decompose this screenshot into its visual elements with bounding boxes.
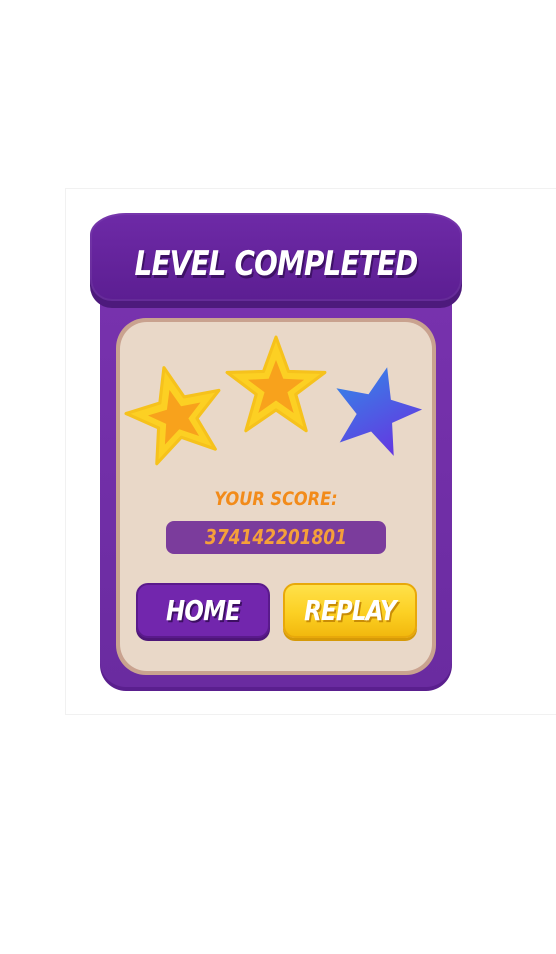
dialog-title: LEVEL COMPLETED — [134, 244, 419, 284]
home-button-label: HOME — [165, 594, 241, 627]
star-1-filled-icon — [124, 366, 221, 466]
star-2-filled-icon — [225, 335, 327, 433]
score-value: 374142201801 — [205, 525, 347, 549]
star-3-empty-icon — [336, 367, 423, 456]
replay-button-label: REPLAY — [304, 594, 396, 627]
home-button[interactable]: HOME — [136, 583, 270, 638]
score-label: YOUR SCORE: — [214, 488, 338, 510]
replay-button[interactable]: REPLAY — [283, 583, 417, 638]
